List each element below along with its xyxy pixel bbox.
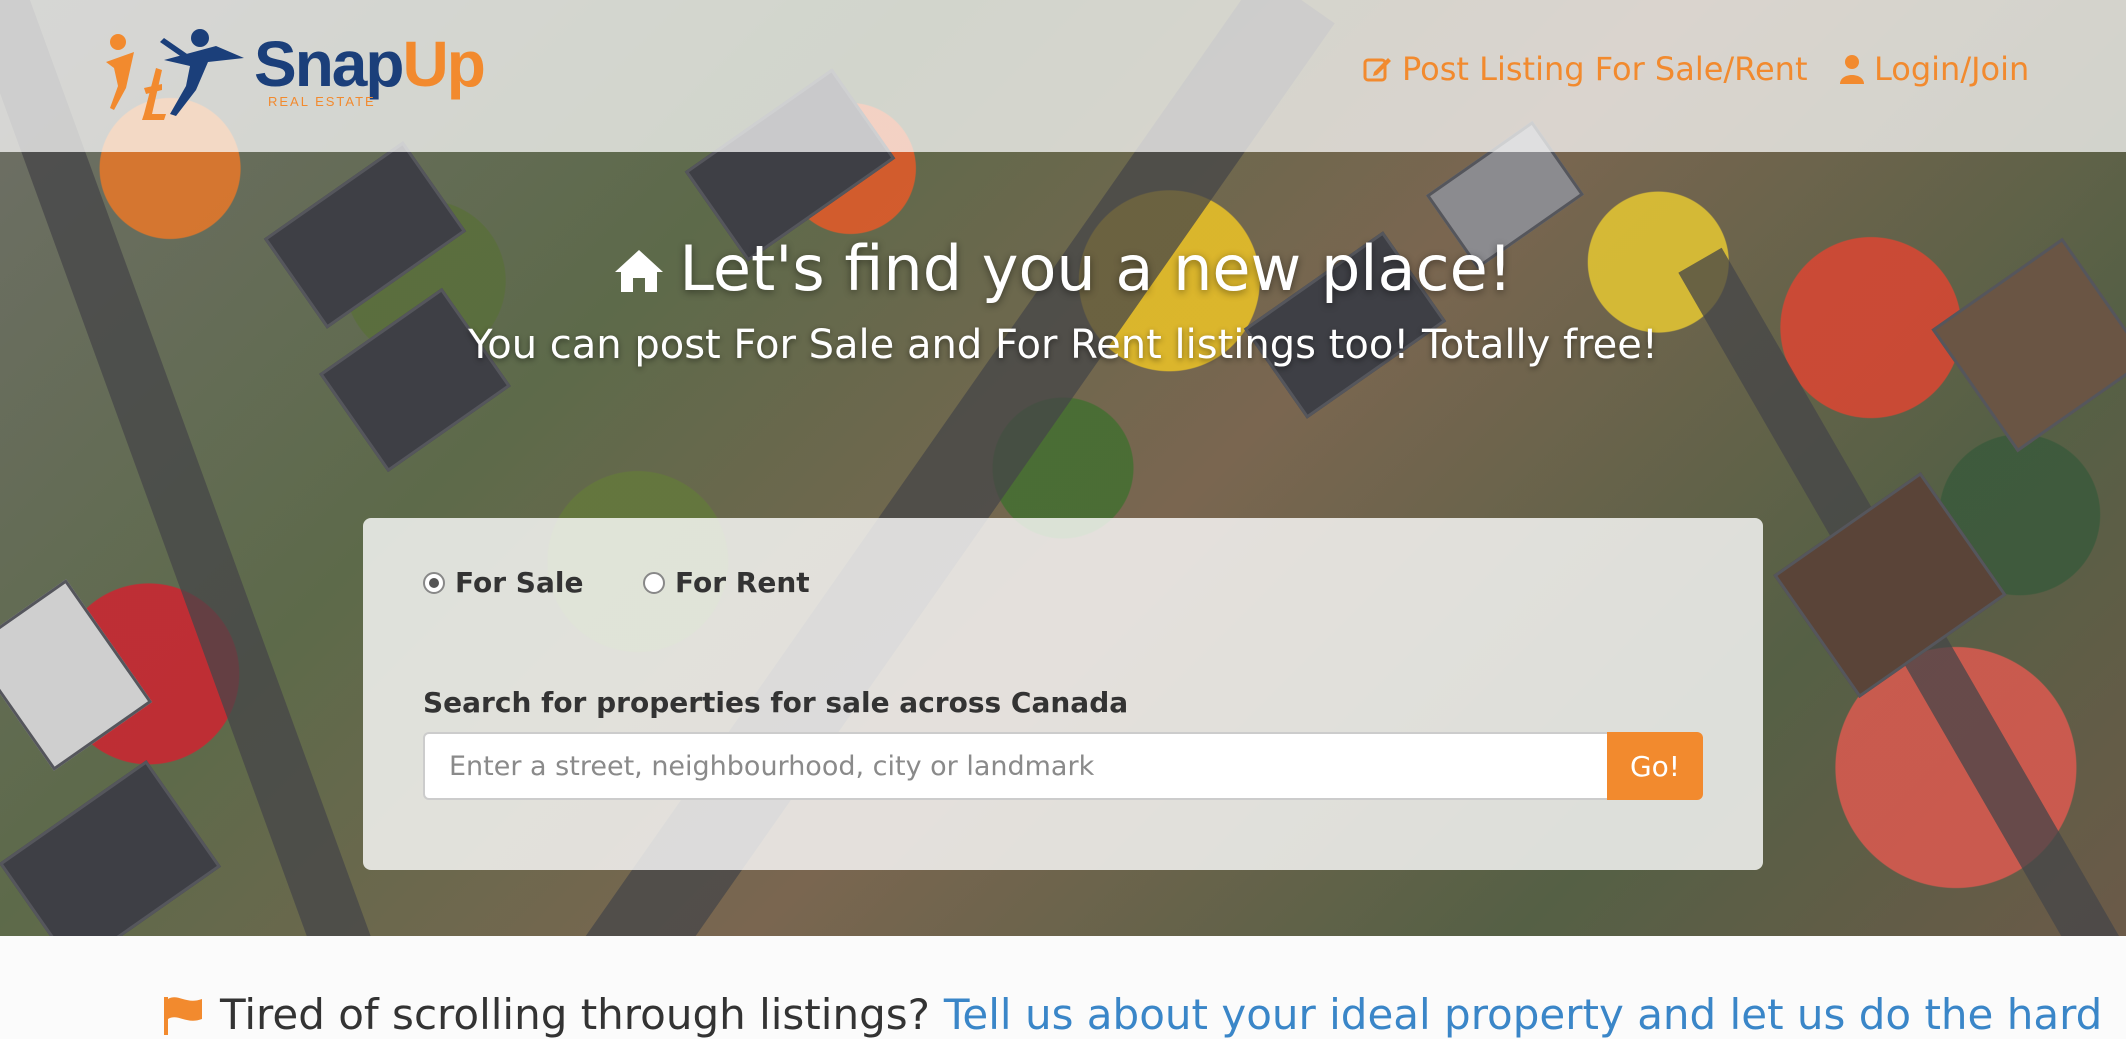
home-icon (615, 250, 664, 292)
post-listing-link[interactable]: Post Listing For Sale/Rent (1362, 50, 1807, 88)
promo-link[interactable]: Tell us about your ideal property and le… (944, 990, 2102, 1039)
logo-mark-icon (106, 29, 244, 120)
site-header: SnapUp REAL ESTATE Post Listing For Sale… (0, 0, 2126, 152)
search-panel: For Sale For Rent Search for properties … (363, 518, 1763, 870)
hero-title-text: Let's find you a new place! (679, 232, 1513, 305)
logo-text-up: Up (402, 28, 485, 100)
search-input[interactable] (423, 732, 1607, 800)
edit-icon (1363, 58, 1391, 82)
for-rent-label: For Rent (675, 566, 810, 599)
hero-subtitle: You can post For Sale and For Rent listi… (468, 322, 1658, 368)
for-sale-radio[interactable]: For Sale (423, 566, 583, 599)
for-rent-radio[interactable]: For Rent (643, 566, 810, 599)
promo-text: Tired of scrolling through listings? (220, 990, 930, 1039)
hero-title: Let's find you a new place! (0, 232, 2126, 305)
for-rent-radio-button[interactable] (643, 571, 665, 594)
flag-icon (164, 996, 202, 1035)
user-icon (1840, 55, 1864, 84)
login-join-link[interactable]: Login/Join (1840, 50, 2029, 88)
promo-banner: Tired of scrolling through listings? Tel… (162, 990, 2102, 1039)
logo[interactable]: SnapUp REAL ESTATE (104, 28, 514, 124)
for-sale-label: For Sale (455, 566, 584, 599)
search-bar: Go! (423, 732, 1703, 800)
post-listing-label: Post Listing For Sale/Rent (1402, 50, 1808, 88)
logo-text-snap: Snap (254, 28, 404, 100)
search-label: Search for properties for sale across Ca… (423, 686, 1129, 719)
logo-tagline: REAL ESTATE (268, 94, 376, 109)
login-join-label: Login/Join (1874, 50, 2030, 88)
go-button[interactable]: Go! (1607, 732, 1703, 800)
for-sale-radio-button[interactable] (423, 571, 445, 594)
